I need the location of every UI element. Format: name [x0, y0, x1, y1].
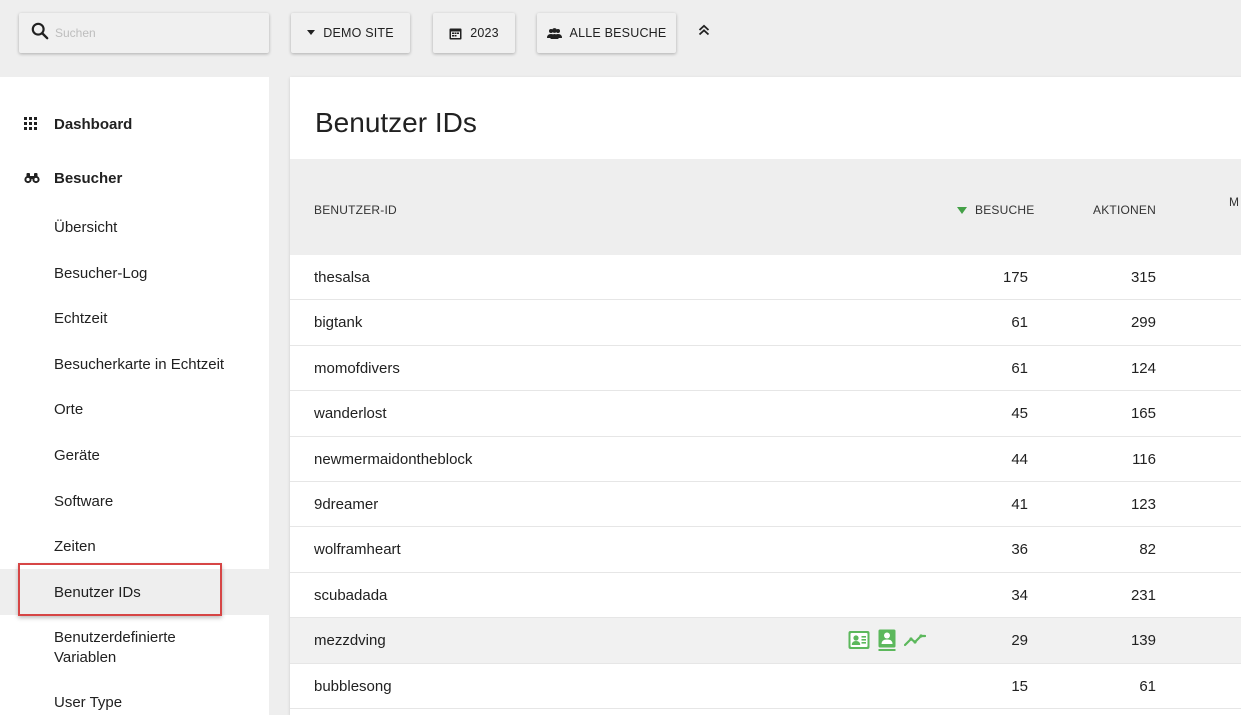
table-row[interactable]: wolframheart 36 82 — [290, 527, 1241, 573]
sidebar-item-label: Geräte — [54, 447, 100, 464]
cell-user-id: wolframheart — [314, 541, 401, 559]
sidebar-item-user-type[interactable]: User Type — [0, 693, 269, 715]
menu-dashboard-label: Dashboard — [54, 115, 133, 133]
cell-actions: 139 — [1130, 632, 1156, 650]
cell-visits: 36 — [1011, 541, 1028, 559]
collapse-toolbar-button[interactable] — [694, 22, 714, 42]
cell-actions: 124 — [1130, 359, 1156, 377]
cell-visits: 41 — [1011, 495, 1028, 513]
cell-actions: 315 — [1130, 269, 1156, 286]
cell-actions: 61 — [1139, 677, 1156, 695]
table-body: thesalsa 175 315 bigtank 61 299 momofdiv… — [290, 255, 1241, 709]
table-row[interactable]: thesalsa 175 315 — [290, 255, 1241, 301]
cell-user-id: scubadada — [314, 586, 388, 604]
sidebar-item-label: Übersicht — [54, 219, 118, 236]
sidebar-item-label: Benutzer IDs — [54, 584, 141, 601]
table-row[interactable]: wanderlost 45 165 — [290, 391, 1241, 437]
column-header-visits[interactable]: BESUCHE — [957, 203, 1034, 217]
cell-user-id: 9dreamer — [314, 495, 379, 513]
column-header-more[interactable]: M — [1229, 195, 1239, 209]
row-evolution-icon[interactable] — [904, 629, 926, 651]
page-title: Benutzer IDs — [315, 107, 477, 138]
sidebar-item-label: Echtzeit — [54, 310, 108, 327]
segment-selector-button[interactable]: ALLE BESUCHE — [537, 13, 676, 53]
cell-visits: 45 — [1011, 405, 1028, 423]
segment-selector-label: ALLE BESUCHE — [569, 26, 667, 40]
sidebar-item-label: Besucherkarte in Echtzeit — [54, 356, 225, 373]
sidebar-item-visitor-log[interactable]: Besucher-Log — [0, 264, 269, 286]
sidebar-item-label: Orte — [54, 401, 84, 418]
cell-visits: 29 — [1011, 632, 1028, 650]
row-actions — [848, 629, 926, 652]
double-chevron-up-icon — [698, 23, 710, 41]
sidebar-item-label: Zeiten — [54, 538, 96, 555]
sidebar-item-user-ids[interactable]: Benutzer IDs — [0, 569, 269, 615]
segmented-visitor-log-icon[interactable] — [876, 629, 898, 652]
cell-visits: 44 — [1011, 450, 1028, 468]
column-header-actions[interactable]: AKTIONEN — [1093, 203, 1156, 217]
sidebar-item-label: Besucher-Log — [54, 265, 148, 282]
sidebar-item-overview[interactable]: Übersicht — [0, 218, 269, 240]
site-selector-label: DEMO SITE — [323, 26, 394, 40]
column-header-user-id[interactable]: BENUTZER-ID — [314, 203, 397, 217]
sidebar-item-times[interactable]: Zeiten — [0, 537, 269, 559]
cell-actions: 116 — [1132, 450, 1156, 468]
sidebar-item-label: Benutzerdefinierte Variablen — [54, 629, 176, 666]
binoculars-icon — [24, 171, 40, 188]
table-row[interactable]: bubblesong 15 61 — [290, 664, 1241, 709]
sidebar-item-realtime[interactable]: Echtzeit — [0, 309, 269, 331]
caret-down-icon — [307, 30, 316, 36]
table-row[interactable]: momofdivers 61 124 — [290, 346, 1241, 392]
cell-user-id: newmermaidontheblock — [314, 450, 473, 468]
search-box[interactable] — [19, 13, 269, 53]
cell-actions: 231 — [1130, 586, 1156, 604]
menu-dashboard[interactable]: Dashboard — [0, 109, 269, 139]
cell-visits: 61 — [1011, 359, 1028, 377]
sidebar-item-devices[interactable]: Geräte — [0, 446, 269, 468]
cell-user-id: bigtank — [314, 314, 363, 332]
site-selector-button[interactable]: DEMO SITE — [291, 13, 410, 53]
date-selector-button[interactable]: 2023 — [433, 13, 515, 53]
sidebar-item-label: User Type — [54, 694, 123, 711]
cell-visits: 15 — [1011, 677, 1028, 695]
top-bar: DEMO SITE 2023 ALLE BESUCHE — [0, 0, 1241, 76]
cell-user-id: bubblesong — [314, 677, 392, 695]
sidebar-item-locations[interactable]: Orte — [0, 400, 269, 422]
sidebar: Dashboard Besucher Übersicht Besucher-Lo… — [0, 77, 269, 715]
cell-user-id: wanderlost — [314, 405, 387, 423]
grid-icon — [24, 117, 37, 134]
cell-actions: 123 — [1130, 495, 1156, 513]
table-row[interactable]: newmermaidontheblock 44 116 — [290, 437, 1241, 482]
calendar-icon — [449, 27, 462, 40]
cell-visits: 34 — [1011, 586, 1028, 604]
sort-descending-icon — [957, 206, 967, 214]
menu-visitors-label: Besucher — [54, 169, 123, 187]
search-input[interactable] — [55, 26, 255, 40]
table-row[interactable]: bigtank 61 299 — [290, 300, 1241, 346]
table-row[interactable]: scubadada 34 231 — [290, 573, 1241, 619]
sidebar-item-label: Software — [54, 493, 114, 510]
sidebar-item-custom-variables[interactable]: Benutzerdefinierte Variablen — [0, 628, 269, 672]
table-header: BENUTZER-ID BESUCHE AKTIONEN M — [290, 159, 1241, 255]
table-row[interactable]: mezzdving 29 139 — [290, 618, 1241, 664]
sidebar-item-software[interactable]: Software — [0, 492, 269, 514]
visitor-profile-icon[interactable] — [848, 629, 870, 651]
table-row[interactable]: 9dreamer 41 123 — [290, 482, 1241, 528]
sidebar-item-realtime-map[interactable]: Besucherkarte in Echtzeit — [0, 355, 269, 377]
cell-actions: 165 — [1130, 405, 1156, 423]
menu-visitors[interactable]: Besucher — [0, 163, 269, 193]
cell-actions: 82 — [1139, 541, 1156, 559]
column-header-visits-label: BESUCHE — [975, 203, 1035, 217]
cell-user-id: thesalsa — [314, 269, 370, 286]
search-icon — [31, 22, 49, 45]
users-icon — [546, 27, 562, 39]
cell-visits: 175 — [1002, 269, 1028, 286]
date-selector-label: 2023 — [470, 26, 499, 40]
cell-user-id: mezzdving — [314, 632, 386, 650]
cell-actions: 299 — [1130, 314, 1156, 332]
cell-user-id: momofdivers — [314, 359, 400, 377]
cell-visits: 61 — [1011, 314, 1028, 332]
report-card: Benutzer IDs BENUTZER-ID BESUCHE AKTIONE… — [290, 77, 1241, 715]
